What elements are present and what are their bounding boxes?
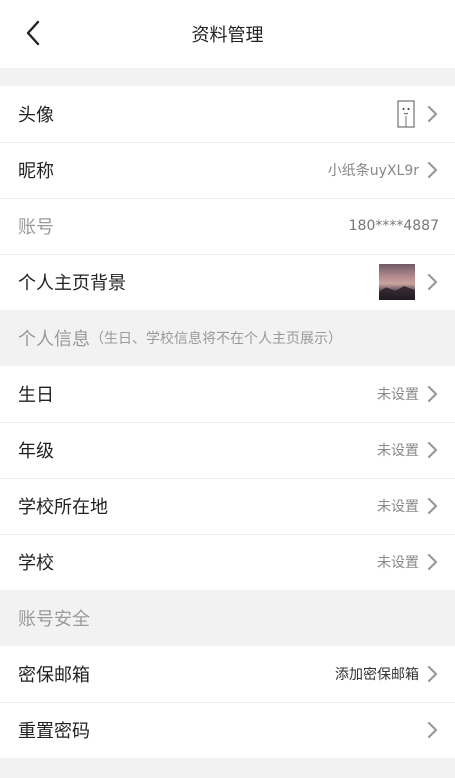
page-title: 资料管理 bbox=[191, 25, 264, 46]
security-title: 账号安全 bbox=[18, 609, 90, 630]
reset-password-row[interactable]: 重置密码 bbox=[0, 702, 455, 758]
school-value: 未设置 bbox=[377, 555, 419, 571]
security-email-value: 添加密保邮箱 bbox=[335, 667, 419, 683]
school-location-row[interactable]: 学校所在地 未设置 bbox=[0, 478, 455, 534]
back-button[interactable] bbox=[18, 18, 48, 48]
chevron-right-icon bbox=[425, 160, 439, 180]
spacer bbox=[0, 68, 455, 86]
nickname-label: 昵称 bbox=[18, 161, 54, 182]
school-label: 学校 bbox=[18, 553, 54, 574]
reset-password-label: 重置密码 bbox=[18, 721, 90, 742]
chevron-right-icon bbox=[425, 552, 439, 572]
birthday-row[interactable]: 生日 未设置 bbox=[0, 366, 455, 422]
chevron-right-icon bbox=[425, 104, 439, 124]
homepage-bg-label: 个人主页背景 bbox=[18, 273, 126, 294]
homepage-bg-row[interactable]: 个人主页背景 bbox=[0, 254, 455, 310]
avatar-placeholder-icon bbox=[397, 100, 415, 128]
homepage-bg-thumbnail bbox=[379, 264, 415, 300]
security-email-row[interactable]: 密保邮箱 添加密保邮箱 bbox=[0, 646, 455, 702]
school-row[interactable]: 学校 未设置 bbox=[0, 534, 455, 590]
account-value: 180****4887 bbox=[348, 218, 439, 234]
birthday-label: 生日 bbox=[18, 385, 54, 406]
chevron-right-icon bbox=[425, 496, 439, 516]
grade-value: 未设置 bbox=[377, 443, 419, 459]
grade-row[interactable]: 年级 未设置 bbox=[0, 422, 455, 478]
security-section-header: 账号安全 bbox=[0, 590, 455, 646]
school-location-value: 未设置 bbox=[377, 499, 419, 515]
birthday-value: 未设置 bbox=[377, 387, 419, 403]
personal-info-section-header: 个人信息 （生日、学校信息将不在个人主页展示） bbox=[0, 310, 455, 366]
nickname-row[interactable]: 昵称 小纸条uyXL9r bbox=[0, 142, 455, 198]
avatar-label: 头像 bbox=[18, 105, 54, 126]
grade-label: 年级 bbox=[18, 441, 54, 462]
security-email-label: 密保邮箱 bbox=[18, 665, 90, 686]
chevron-right-icon bbox=[425, 384, 439, 404]
personal-info-title: 个人信息 bbox=[18, 329, 90, 350]
chevron-right-icon bbox=[425, 272, 439, 292]
chevron-right-icon bbox=[425, 440, 439, 460]
top-bar: 资料管理 bbox=[0, 0, 455, 68]
avatar-row[interactable]: 头像 bbox=[0, 86, 455, 142]
account-label: 账号 bbox=[18, 217, 54, 238]
chevron-right-icon bbox=[425, 664, 439, 684]
nickname-value: 小纸条uyXL9r bbox=[327, 163, 419, 179]
chevron-left-icon bbox=[26, 20, 40, 46]
bottom-spacer bbox=[0, 758, 455, 778]
chevron-right-icon bbox=[425, 720, 439, 740]
school-location-label: 学校所在地 bbox=[18, 497, 108, 518]
account-row: 账号 180****4887 bbox=[0, 198, 455, 254]
personal-info-note: （生日、学校信息将不在个人主页展示） bbox=[90, 331, 342, 347]
